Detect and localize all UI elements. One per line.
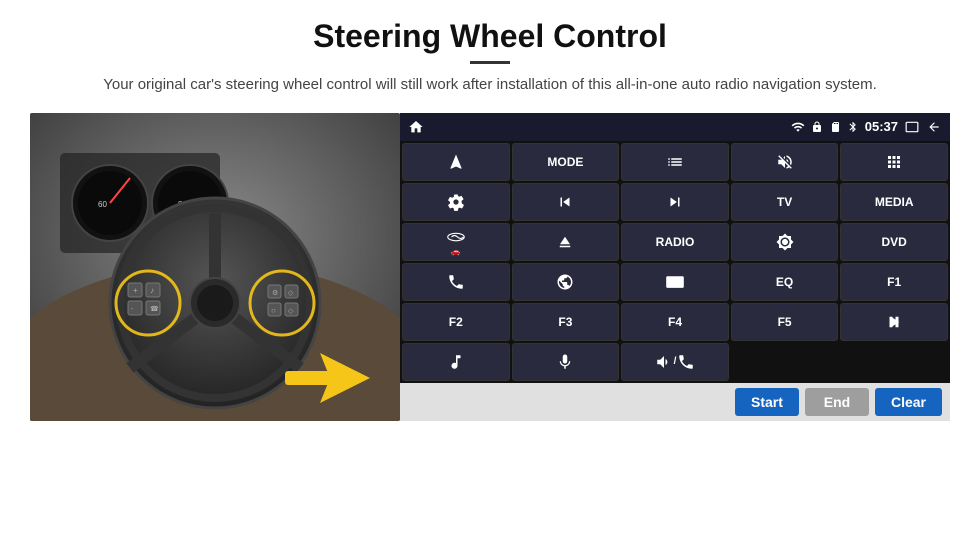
bluetooth-icon [847,120,859,134]
btn-f5[interactable]: F5 [731,303,839,341]
btn-eject[interactable] [512,223,620,261]
screen-cast-icon [904,120,920,134]
svg-text:◇: ◇ [288,290,294,297]
svg-text:○: ○ [271,306,276,315]
btn-brightness[interactable] [731,223,839,261]
page-container: Steering Wheel Control Your original car… [0,0,980,544]
control-panel: 05:37 MODE [400,113,950,421]
steering-wheel-image: 60 80 + ♪ - [30,113,400,421]
content-row: 60 80 + ♪ - [30,113,950,421]
action-bar: Start End Clear [400,383,950,421]
btn-playpause[interactable] [840,303,948,341]
btn-eq[interactable]: EQ [731,263,839,301]
btn-vol-phone[interactable]: / [621,343,729,381]
sd-icon [829,120,841,134]
btn-phone[interactable] [402,263,510,301]
wifi-icon [791,120,805,134]
btn-web[interactable] [512,263,620,301]
btn-mute[interactable] [731,143,839,181]
btn-radio[interactable]: RADIO [621,223,729,261]
btn-f3[interactable]: F3 [512,303,620,341]
svg-text:☎: ☎ [150,305,159,313]
svg-text:◇: ◇ [288,308,294,315]
status-bar: 05:37 [400,113,950,141]
status-bar-left [408,119,424,135]
btn-screen[interactable] [621,263,729,301]
btn-360[interactable]: 🚗 [402,223,510,261]
btn-f1[interactable]: F1 [840,263,948,301]
svg-text:60: 60 [98,200,107,209]
btn-settings[interactable] [402,183,510,221]
page-subtitle: Your original car's steering wheel contr… [103,74,877,97]
btn-next[interactable] [621,183,729,221]
btn-prev[interactable] [512,183,620,221]
btn-f4[interactable]: F4 [621,303,729,341]
btn-tv[interactable]: TV [731,183,839,221]
btn-empty-1 [731,343,839,381]
svg-text:⚙: ⚙ [272,289,278,297]
btn-list[interactable] [621,143,729,181]
btn-nav[interactable] [402,143,510,181]
title-divider [470,61,510,64]
button-grid: MODE TV [400,141,950,383]
status-time: 05:37 [865,119,898,134]
page-title: Steering Wheel Control [313,18,667,55]
start-button[interactable]: Start [735,388,799,416]
svg-text:♪: ♪ [150,286,154,295]
end-button[interactable]: End [805,388,869,416]
back-icon [926,120,942,134]
lock-icon [811,120,823,134]
btn-dvd[interactable]: DVD [840,223,948,261]
svg-text:+: + [133,286,138,295]
btn-apps[interactable] [840,143,948,181]
btn-mode[interactable]: MODE [512,143,620,181]
home-icon [408,119,424,135]
btn-mic[interactable] [512,343,620,381]
btn-media[interactable]: MEDIA [840,183,948,221]
btn-empty-2 [840,343,948,381]
status-bar-right: 05:37 [791,119,942,134]
btn-music[interactable] [402,343,510,381]
clear-button[interactable]: Clear [875,388,942,416]
btn-f2[interactable]: F2 [402,303,510,341]
